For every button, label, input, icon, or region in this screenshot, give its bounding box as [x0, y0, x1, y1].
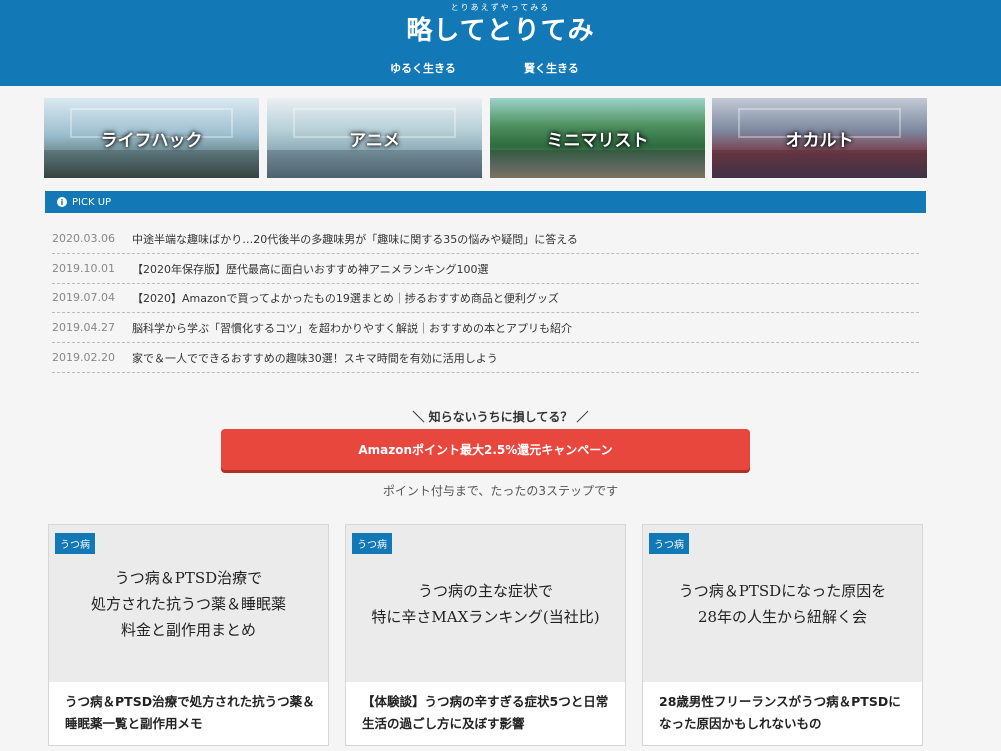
category-tile-lifehack[interactable]: ライフハック	[44, 98, 259, 178]
pickup-label: PICK UP	[72, 196, 112, 208]
nav-link-kashikoku[interactable]: 賢く生きる	[524, 60, 579, 76]
category-label: ライフハック	[100, 130, 203, 151]
pickup-item[interactable]: 2019.04.27 脳科学から学ぶ「習慣化するコツ」を超わかりやすく解説｜おす…	[52, 313, 919, 343]
category-label: ミニマリスト	[546, 130, 649, 151]
pickup-title[interactable]: 家で＆一人でできるおすすめの趣味30選！スキマ時間を有効に活用しよう	[132, 350, 498, 366]
card-title[interactable]: 【体験談】うつ病の辛すぎる症状5つと日常生活の過ごし方に及ぼす影響	[362, 691, 614, 735]
pickup-date: 2019.02.20	[52, 351, 115, 364]
category-label: オカルト	[785, 130, 854, 151]
amazon-campaign-button[interactable]: Amazonポイント最大2.5%還元キャンペーン	[221, 429, 750, 470]
nav-link-yuruku[interactable]: ゆるく生きる	[390, 60, 456, 76]
site-title[interactable]: 略してとりてみ	[0, 10, 1001, 47]
pickup-item[interactable]: 2019.02.20 家で＆一人でできるおすすめの趣味30選！スキマ時間を有効に…	[52, 343, 919, 373]
campaign-note: ポイント付与まで、たったの3ステップです	[382, 484, 619, 498]
category-badge[interactable]: うつ病	[55, 533, 95, 554]
pickup-date: 2020.03.06	[52, 232, 115, 245]
category-badge[interactable]: うつ病	[649, 533, 689, 554]
category-tile-anime[interactable]: アニメ	[267, 98, 482, 178]
pickup-date: 2019.04.27	[52, 321, 115, 334]
category-tile-occult[interactable]: オカルト	[712, 98, 927, 178]
card-title[interactable]: うつ病＆PTSD治療で処方された抗うつ薬＆睡眠薬一覧と副作用メモ	[65, 691, 317, 735]
article-card[interactable]: うつ病の主な症状で 特に辛さMAXランキング(当社比) うつ病 【体験談】うつ病…	[345, 524, 626, 746]
article-card[interactable]: うつ病＆PTSDになった原因を 28年の人生から紐解く会 うつ病 28歳男性フリ…	[642, 524, 923, 746]
category-label: アニメ	[349, 130, 400, 151]
category-tile-minimalist[interactable]: ミニマリスト	[490, 98, 705, 178]
pickup-date: 2019.07.04	[52, 291, 115, 304]
pickup-title[interactable]: 中途半端な趣味ばかり…20代後半の多趣味男が「趣味に関する35の悩みや疑問」に答…	[132, 231, 578, 247]
pickup-item[interactable]: 2019.10.01 【2020年保存版】歴代最高に面白いおすすめ神アニメランキ…	[52, 254, 919, 284]
pickup-title[interactable]: 脳科学から学ぶ「習慣化するコツ」を超わかりやすく解説｜おすすめの本とアプリも紹介	[132, 320, 572, 336]
article-card[interactable]: うつ病＆PTSD治療で 処方された抗うつ薬＆睡眠薬 料金と副作用まとめ うつ病 …	[48, 524, 329, 746]
pickup-title[interactable]: 【2020年保存版】歴代最高に面白いおすすめ神アニメランキング100選	[132, 261, 488, 277]
info-icon: i	[57, 197, 67, 207]
pickup-item[interactable]: 2019.07.04 【2020】Amazonで買ってよかったもの19選まとめ｜…	[52, 283, 919, 313]
campaign-lead: ＼ 知らないうちに損してる？ ／	[412, 410, 589, 424]
site-header: とりあえずやってみる 略してとりてみ ゆるく生きる 賢く生きる	[0, 0, 1001, 86]
pickup-title[interactable]: 【2020】Amazonで買ってよかったもの19選まとめ｜捗るおすすめ商品と便利…	[132, 290, 559, 306]
pickup-date: 2019.10.01	[52, 262, 115, 275]
card-title[interactable]: 28歳男性フリーランスがうつ病＆PTSDになった原因かもしれないもの	[659, 691, 911, 735]
pickup-item[interactable]: 2020.03.06 中途半端な趣味ばかり…20代後半の多趣味男が「趣味に関する…	[52, 224, 919, 254]
pickup-header: i PICK UP	[45, 191, 926, 213]
category-badge[interactable]: うつ病	[352, 533, 392, 554]
